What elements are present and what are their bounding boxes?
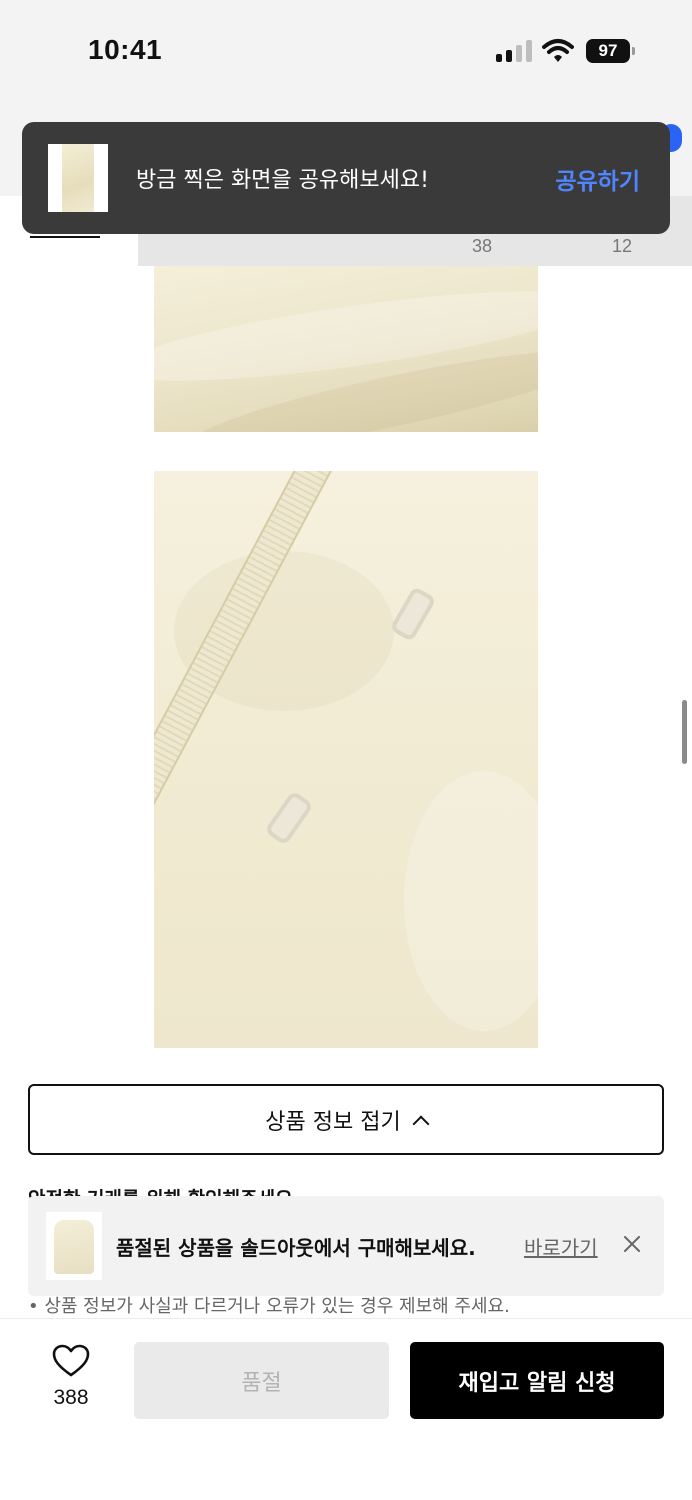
soldout-banner[interactable]: 품절된 상품을 솔드아웃에서 구매해보세요. 바로가기 (28, 1196, 664, 1296)
restock-alert-button[interactable]: 재입고 알림 신청 (410, 1342, 664, 1419)
status-time: 10:41 (88, 34, 163, 65)
soldout-product-thumbnail (46, 1212, 102, 1280)
tab-count-inquiry: 12 (612, 236, 633, 256)
product-image-zipper (154, 471, 538, 1048)
tab-active-indicator (30, 236, 100, 238)
chevron-up-icon (412, 1115, 430, 1132)
soldout-message: 품절된 상품을 솔드아웃에서 구매해보세요. (116, 1236, 476, 1260)
status-bar: 10:41 97 (0, 0, 692, 110)
close-icon[interactable] (620, 1232, 644, 1256)
collapse-label: 상품 정보 접기 (265, 1109, 401, 1135)
signal-icon (496, 40, 532, 62)
heart-icon (52, 1344, 90, 1377)
wifi-icon (542, 39, 574, 62)
soldout-go-link[interactable]: 바로가기 (524, 1232, 598, 1261)
zipper-pull (264, 790, 314, 846)
product-image-fabric (154, 266, 538, 432)
toast-message: 방금 찍은 화면을 공유해보세요! (136, 168, 429, 193)
like-button[interactable]: 388 (40, 1344, 102, 1414)
share-toast: 방금 찍은 화면을 공유해보세요! 공유하기 (22, 122, 670, 234)
scrollbar[interactable] (682, 700, 687, 764)
battery-icon: 97 (586, 39, 635, 63)
like-count: 388 (53, 1386, 89, 1409)
screenshot-thumbnail[interactable] (48, 144, 108, 212)
zipper-pull (389, 585, 437, 643)
collapse-product-info-button[interactable]: 상품 정보 접기 (28, 1084, 664, 1155)
share-button[interactable]: 공유하기 (555, 162, 640, 196)
soldout-button: 품절 (134, 1342, 389, 1419)
tab-count-review: 38 (472, 236, 493, 256)
